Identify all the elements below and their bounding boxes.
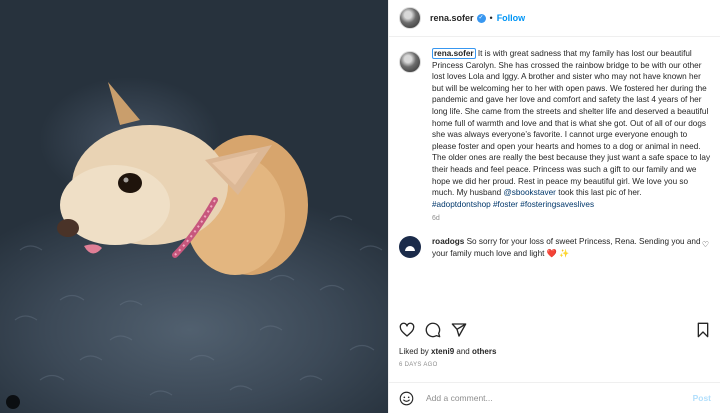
caption-avatar[interactable] [399, 51, 421, 73]
comment-like-heart-icon[interactable]: ♡ [702, 240, 709, 249]
caption-comment: rena.sofer It is with great sadness that… [399, 48, 711, 222]
caption-age: 6d [432, 215, 440, 223]
add-comment-bar: Post [389, 382, 720, 413]
likes-middle: and [454, 347, 472, 356]
paper-plane-icon[interactable] [451, 322, 467, 338]
comment-bubble-icon[interactable] [425, 322, 441, 338]
heart-icon[interactable] [399, 322, 415, 338]
bookmark-icon[interactable] [695, 322, 711, 338]
smiley-icon[interactable] [399, 391, 414, 406]
caption-text-part2: took this last pic of her. [555, 188, 642, 198]
comment-text: roadogs So sorry for your loss of sweet … [432, 236, 702, 259]
caption-username[interactable]: rena.sofer [432, 48, 476, 59]
commenter-avatar[interactable] [399, 236, 421, 259]
header-separator: • [489, 13, 493, 23]
tagged-user-icon[interactable] [6, 395, 20, 409]
comment-emoji: ❤️ ✨ [546, 248, 570, 258]
add-comment-input[interactable] [426, 393, 693, 403]
caption-text: rena.sofer It is with great sadness that… [432, 48, 711, 210]
post-actions-bar [389, 318, 720, 342]
post-header: rena.sofer ✓ • Follow [389, 0, 720, 37]
verified-badge-icon: ✓ [476, 13, 486, 23]
likes-prefix: Liked by [399, 347, 432, 356]
caption-body: rena.sofer It is with great sadness that… [432, 48, 711, 222]
follow-button[interactable]: Follow [497, 13, 526, 23]
post-timestamp[interactable]: 6 DAYS AGO [399, 362, 438, 368]
caption-hashtags[interactable]: #adoptdontshop #foster #fosteringsavesli… [432, 200, 594, 209]
likes-others-link[interactable]: others [472, 347, 496, 356]
caption-mention-link[interactable]: @sbookstaver [503, 188, 555, 197]
likes-summary: Liked by xteni9 and others [399, 347, 496, 356]
chihuahua-photo-illustration [14, 82, 383, 396]
comments-list[interactable]: rena.sofer It is with great sadness that… [389, 38, 720, 316]
profile-avatar[interactable] [399, 7, 421, 29]
likes-user-link[interactable]: xteni9 [431, 347, 454, 356]
post-comment-button[interactable]: Post [693, 393, 711, 403]
comment-username[interactable]: roadogs [432, 237, 464, 246]
header-username[interactable]: rena.sofer [430, 13, 474, 23]
post-detail-panel: rena.sofer ✓ • Follow rena.sofer It is w… [388, 0, 720, 413]
post-photo[interactable] [0, 0, 388, 413]
caption-text-part1: It is with great sadness that my family … [432, 49, 711, 198]
comment-item: roadogs So sorry for your loss of sweet … [399, 236, 711, 259]
